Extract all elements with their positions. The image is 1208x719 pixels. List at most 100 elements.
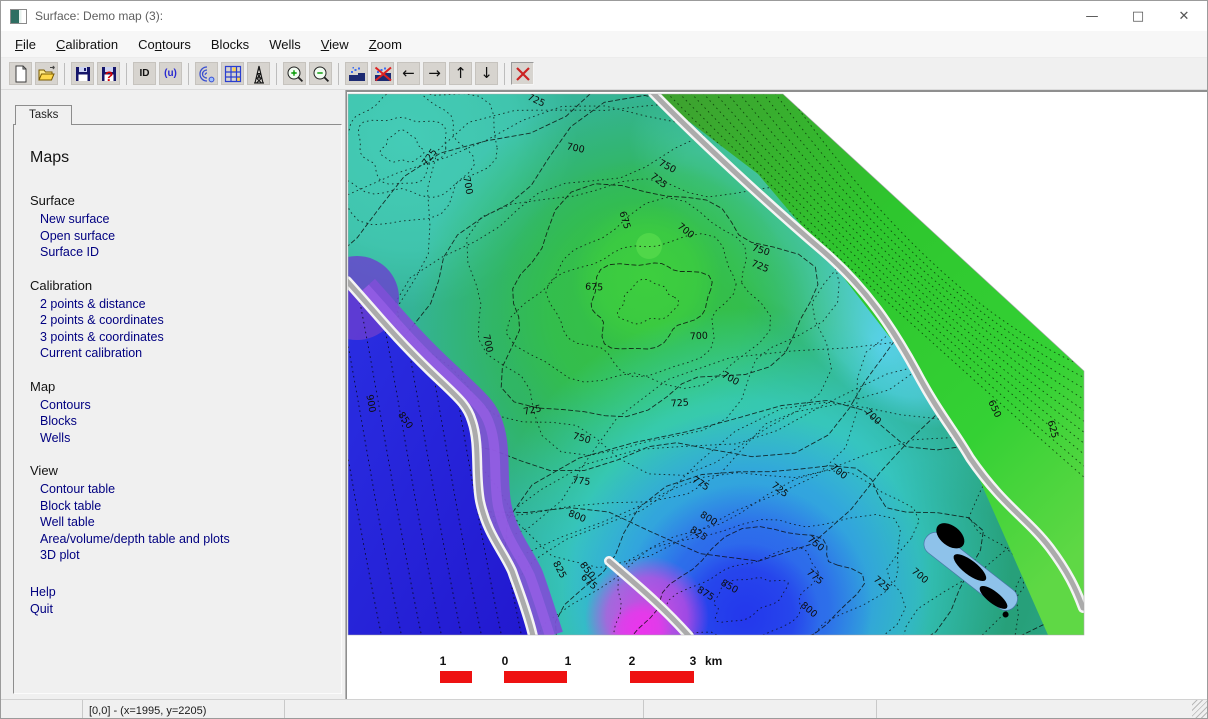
resize-grip[interactable] xyxy=(1192,700,1207,719)
menu-file[interactable]: File xyxy=(5,34,46,55)
map-layers: 7257257007007507256757007507256757007007… xyxy=(347,93,1085,636)
new-document-icon xyxy=(11,64,31,84)
zoom-out-button[interactable] xyxy=(309,62,332,85)
sidebar-item-quit[interactable]: Quit xyxy=(30,601,53,619)
toolbar: ? ID (u) ←→ ↑ ↓ xyxy=(1,58,1207,90)
wells-button[interactable] xyxy=(247,62,270,85)
tab-tasks[interactable]: Tasks xyxy=(15,105,72,125)
section-title: Map xyxy=(30,379,331,394)
units-button[interactable]: (u) xyxy=(159,62,182,85)
open-surface-button[interactable] xyxy=(35,62,58,85)
scale-label: km xyxy=(705,654,722,668)
sidebar-item-blocks[interactable]: Blocks xyxy=(30,413,77,430)
sidebar-item-open-surface[interactable]: Open surface xyxy=(30,228,115,245)
sidebar-item-block-table[interactable]: Block table xyxy=(30,498,101,515)
sidebar-footer: HelpQuit xyxy=(30,584,331,619)
sidebar-item-contours[interactable]: Contours xyxy=(30,397,91,414)
sidebar-section-view: View Contour tableBlock tableWell tableAr… xyxy=(30,463,331,564)
section-title: Calibration xyxy=(30,278,331,293)
contours-button[interactable] xyxy=(195,62,218,85)
scale-label: 1 xyxy=(565,654,572,668)
svg-text:?: ? xyxy=(104,68,113,84)
contour-label: 675 xyxy=(585,282,604,294)
scale-label: 1 xyxy=(440,654,447,668)
status-panel xyxy=(1,700,83,719)
menu-blocks[interactable]: Blocks xyxy=(201,34,259,55)
app-window: Surface: Demo map (3): — □ ✕ FileCalibra… xyxy=(0,0,1208,719)
pan-right-button[interactable]: → xyxy=(423,62,446,85)
sidebar-item-2-points-distance[interactable]: 2 points & distance xyxy=(30,296,146,313)
close-button[interactable]: ✕ xyxy=(1161,1,1207,31)
toolbar-separator xyxy=(504,63,505,85)
tasks-panel: Maps SurfaceNew surfaceOpen surfaceSurfa… xyxy=(13,124,342,694)
sidebar-item-well-table[interactable]: Well table xyxy=(30,514,95,531)
flood-icon xyxy=(347,64,367,84)
new-surface-button[interactable] xyxy=(9,62,32,85)
scale-segment xyxy=(630,671,694,683)
sidebar-item-surface-id[interactable]: Surface ID xyxy=(30,244,99,261)
contour-map-image[interactable]: 7257257007007507256757007507256757007007… xyxy=(347,93,1085,636)
toolbar-separator xyxy=(126,63,127,85)
zoom-in-icon xyxy=(285,64,305,84)
section-title: View xyxy=(30,463,331,478)
minimize-icon: — xyxy=(1086,9,1099,24)
map-canvas[interactable]: 7257257007007507256757007507256757007007… xyxy=(346,90,1207,699)
save-question-icon: ? xyxy=(99,64,119,84)
scale-label: 0 xyxy=(502,654,509,668)
scale-label: 2 xyxy=(629,654,636,668)
toolbar-separator xyxy=(338,63,339,85)
surface-id-label: ID xyxy=(140,68,150,79)
sidebar-section-map: Map ContoursBlocksWells xyxy=(30,379,331,447)
main-content: Tasks Maps SurfaceNew surfaceOpen surfac… xyxy=(1,90,1207,699)
red-x-icon xyxy=(513,64,533,84)
menu-zoom[interactable]: Zoom xyxy=(359,34,412,55)
zoom-in-button[interactable] xyxy=(283,62,306,85)
minimize-button[interactable]: — xyxy=(1069,1,1115,31)
sidebar-section-calibration: Calibration 2 points & distance2 points &… xyxy=(30,278,331,362)
menu-bar: FileCalibrationContoursBlocksWellsViewZo… xyxy=(1,31,1207,58)
maximize-button[interactable]: □ xyxy=(1115,1,1161,31)
toolbar-separator xyxy=(276,63,277,85)
sidebar-item-2-points-coordinates[interactable]: 2 points & coordinates xyxy=(30,312,164,329)
sidebar-item-help[interactable]: Help xyxy=(30,584,56,602)
pan-down-button[interactable]: ↓ xyxy=(475,62,498,85)
panel-heading: Maps xyxy=(30,149,331,167)
pan-up-icon: ↑ xyxy=(454,66,467,81)
save-query-button[interactable]: ? xyxy=(97,62,120,85)
menu-view[interactable]: View xyxy=(311,34,359,55)
flood-off-button[interactable] xyxy=(371,62,394,85)
sidebar-item-current-calibration[interactable]: Current calibration xyxy=(30,345,142,362)
surface-id-button[interactable]: ID xyxy=(133,62,156,85)
derrick-icon xyxy=(249,64,269,84)
pan-up-button[interactable]: ↑ xyxy=(449,62,472,85)
sidebar-item-3-points-coordinates[interactable]: 3 points & coordinates xyxy=(30,329,164,346)
status-panel xyxy=(285,700,644,719)
flood-button[interactable] xyxy=(345,62,368,85)
sidebar-item-3d-plot[interactable]: 3D plot xyxy=(30,547,80,564)
menu-contours[interactable]: Contours xyxy=(128,34,201,55)
units-label: (u) xyxy=(164,68,177,79)
menu-wells[interactable]: Wells xyxy=(259,34,311,55)
sidebar-item-new-surface[interactable]: New surface xyxy=(30,211,109,228)
scale-label: 3 xyxy=(690,654,697,668)
flood-off-icon xyxy=(373,64,393,84)
sidebar-section-surface: SurfaceNew surfaceOpen surfaceSurface ID xyxy=(30,193,331,261)
scale-segment xyxy=(504,671,567,683)
blocks-button[interactable] xyxy=(221,62,244,85)
contour-label: 700 xyxy=(690,331,709,343)
status-bar: [0,0] - (x=1995, y=2205) xyxy=(1,699,1207,719)
title-bar: Surface: Demo map (3): — □ ✕ xyxy=(1,1,1207,31)
pan-left-button[interactable]: ← xyxy=(397,62,420,85)
zoom-out-icon xyxy=(311,64,331,84)
sidebar-item-area-volume-depth-table-and-plots[interactable]: Area/volume/depth table and plots xyxy=(30,531,230,548)
sidebar-item-contour-table[interactable]: Contour table xyxy=(30,481,115,498)
contour-label: 725 xyxy=(670,397,689,409)
sidebar-item-wells[interactable]: Wells xyxy=(30,430,70,447)
scale-bar: 1 0 1 2 3 km xyxy=(347,652,1087,692)
open-folder-icon xyxy=(37,64,57,84)
menu-calibration[interactable]: Calibration xyxy=(46,34,128,55)
save-button[interactable] xyxy=(71,62,94,85)
save-icon xyxy=(73,64,93,84)
close-map-button[interactable] xyxy=(511,62,534,85)
pan-down-icon: ↓ xyxy=(480,66,493,81)
